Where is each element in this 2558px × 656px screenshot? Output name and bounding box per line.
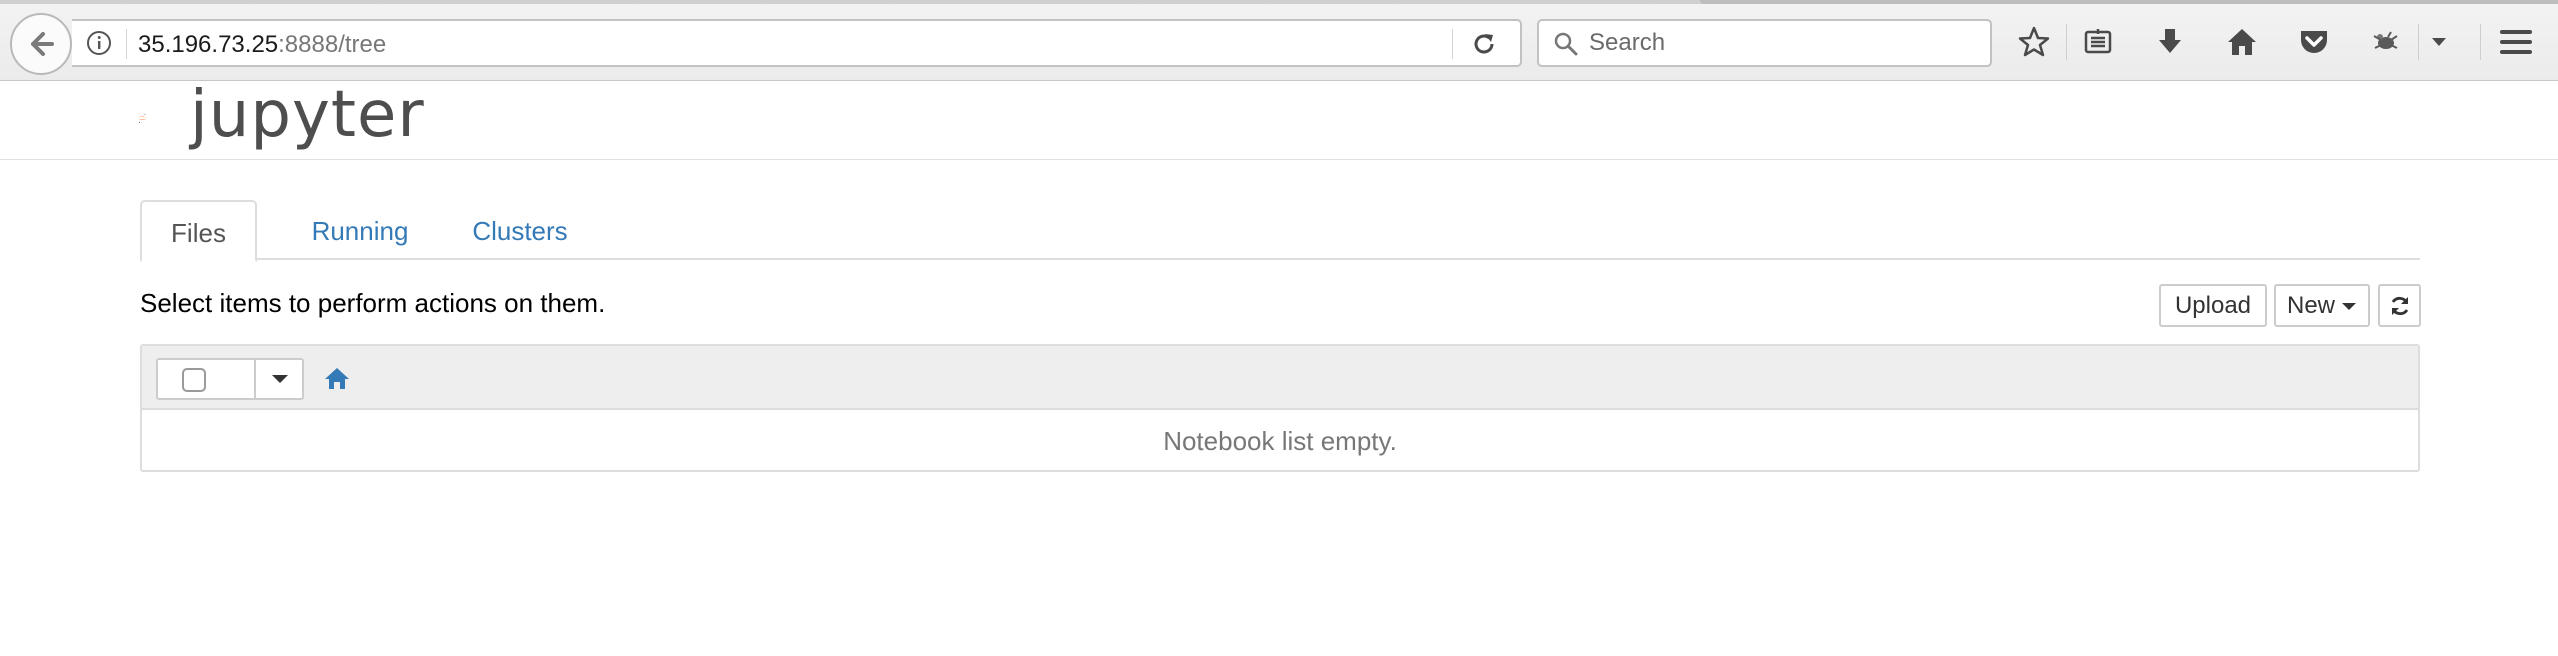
refresh-icon xyxy=(2391,296,2408,315)
extension-bug-icon[interactable] xyxy=(2366,22,2406,62)
pocket-icon[interactable] xyxy=(2294,22,2334,62)
caret-down-icon xyxy=(2342,302,2356,310)
select-menu-toggle[interactable] xyxy=(256,360,304,398)
site-info-icon[interactable] xyxy=(86,30,112,56)
upload-button[interactable]: Upload xyxy=(2159,284,2267,327)
download-icon[interactable] xyxy=(2150,22,2190,62)
jupyter-logo-icon[interactable] xyxy=(138,86,188,150)
url-host: 35.196.73.25 xyxy=(138,31,279,58)
refresh-button[interactable] xyxy=(2378,284,2421,327)
caret-down-icon xyxy=(272,375,288,383)
url-text[interactable]: 35.196.73.25:8888/tree xyxy=(138,31,386,59)
extension-dropdown-icon[interactable] xyxy=(2424,22,2454,62)
new-label: New xyxy=(2286,291,2335,319)
reader-list-icon[interactable] xyxy=(2078,22,2118,62)
home-icon[interactable] xyxy=(2222,22,2262,62)
tab-bar: Files Running Clusters xyxy=(140,200,2420,262)
notebook-list-header xyxy=(142,346,2418,410)
search-input[interactable] xyxy=(1589,27,1979,59)
select-all-group[interactable] xyxy=(156,358,304,400)
empty-list-message: Notebook list empty. xyxy=(1163,426,1397,456)
tab-strip-edge xyxy=(0,0,2558,4)
address-bar[interactable]: 35.196.73.25:8888/tree xyxy=(72,19,1522,67)
back-button[interactable] xyxy=(10,13,72,75)
browser-toolbar: 35.196.73.25:8888/tree xyxy=(0,0,2558,81)
notebook-list: Notebook list empty. xyxy=(140,344,2420,472)
upload-label: Upload xyxy=(2174,291,2252,319)
breadcrumb-home-icon[interactable] xyxy=(324,366,350,390)
url-path: :8888/tree xyxy=(278,31,387,58)
instructions-text: Select items to perform actions on them. xyxy=(140,288,606,318)
search-bar[interactable] xyxy=(1537,19,1992,67)
back-arrow-icon xyxy=(31,32,54,56)
jupyter-logo-text[interactable]: jupyter xyxy=(190,78,425,152)
new-dropdown-button[interactable]: New xyxy=(2274,284,2370,327)
tab-clusters[interactable]: Clusters xyxy=(450,200,590,260)
select-all-checkbox[interactable] xyxy=(182,368,206,392)
hamburger-menu-icon[interactable] xyxy=(2496,22,2536,62)
tab-running[interactable]: Running xyxy=(290,200,430,260)
tab-files[interactable]: Files xyxy=(140,200,257,262)
reload-icon[interactable] xyxy=(1470,30,1498,58)
search-icon xyxy=(1554,32,1578,56)
bookmark-star-icon[interactable] xyxy=(2014,22,2054,62)
